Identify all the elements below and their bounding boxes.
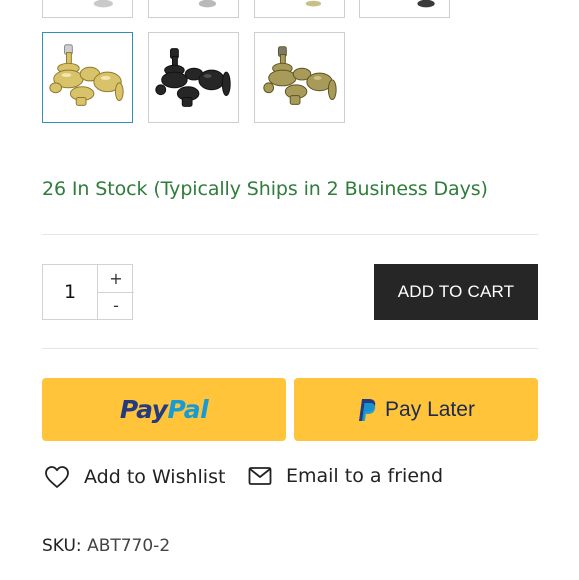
thumbnail-top-1[interactable] xyxy=(42,0,133,18)
heart-icon xyxy=(45,466,69,488)
sku-label: SKU: xyxy=(42,536,82,556)
thumbnail-top-4[interactable] xyxy=(359,0,450,18)
quantity-input[interactable]: 1 xyxy=(43,265,97,319)
decrement-button[interactable]: - xyxy=(97,292,134,319)
email-label: Email to a friend xyxy=(286,465,444,487)
paypal-p-icon xyxy=(359,398,376,421)
increment-button[interactable]: + xyxy=(97,265,134,293)
product-image xyxy=(417,0,435,8)
thumbnail-top-2[interactable] xyxy=(148,0,239,18)
pay-later-label: Pay Later xyxy=(385,397,475,421)
envelope-icon xyxy=(248,467,272,485)
sku-value: ABT770-2 xyxy=(87,536,171,556)
paypal-button[interactable]: PayPal xyxy=(42,378,286,441)
product-image xyxy=(198,0,217,8)
product-image xyxy=(155,48,231,107)
thumbnail-antique-brass[interactable] xyxy=(254,32,345,123)
paypal-logo-part1: Pay xyxy=(119,395,168,424)
product-image xyxy=(93,0,113,8)
pay-later-button[interactable]: Pay Later xyxy=(294,378,538,441)
email-to-friend-link[interactable]: Email to a friend xyxy=(248,465,443,487)
wishlist-label: Add to Wishlist xyxy=(84,466,226,488)
product-image xyxy=(49,44,124,106)
paypal-logo-part2: Pal xyxy=(167,395,209,424)
paypal-logo: PayPal xyxy=(119,395,209,424)
add-to-cart-button[interactable]: ADD TO CART xyxy=(374,264,538,320)
add-to-wishlist-link[interactable]: Add to Wishlist xyxy=(44,465,225,489)
stock-status: 26 In Stock (Typically Ships in 2 Busine… xyxy=(42,178,488,200)
divider xyxy=(42,348,538,349)
thumbnail-matte-black[interactable] xyxy=(148,32,239,123)
quantity-stepper: 1 + - xyxy=(42,264,134,320)
divider xyxy=(42,234,538,235)
product-image xyxy=(305,0,322,7)
product-image xyxy=(263,46,337,105)
sku: SKU: ABT770-2 xyxy=(42,536,170,556)
thumbnail-top-3[interactable] xyxy=(254,0,345,18)
thumbnail-polished-brass[interactable] xyxy=(42,32,133,123)
